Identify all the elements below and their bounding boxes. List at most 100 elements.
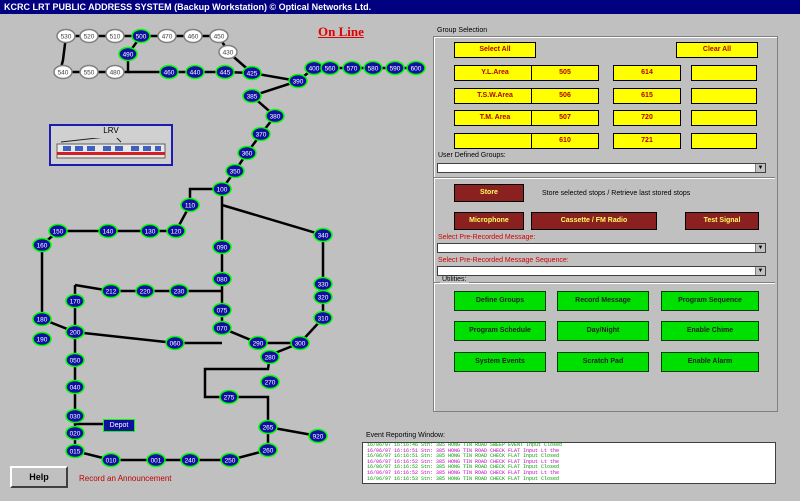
stop-060[interactable]: 060 [165,335,185,351]
stop-080[interactable]: 080 [212,271,232,287]
stop-275[interactable]: 275 [219,389,239,405]
stop-920[interactable]: 920 [308,428,328,444]
stop-430[interactable]: 430 [218,44,238,60]
utility-button[interactable]: Enable Chime [661,321,759,341]
stop-075[interactable]: 075 [212,302,232,318]
stop-480[interactable]: 480 [105,64,125,80]
stop-560[interactable]: 560 [320,60,340,76]
stop-490[interactable]: 490 [118,46,138,62]
clear-all-button[interactable]: Clear All [676,42,758,58]
stop-530[interactable]: 530 [56,28,76,44]
stop-120[interactable]: 120 [166,223,186,239]
help-button[interactable]: Help [10,466,68,488]
chevron-down-icon[interactable]: ▼ [755,267,765,275]
stop-240[interactable]: 240 [180,452,200,468]
group-button[interactable] [691,88,757,104]
utility-button[interactable]: Define Groups [454,291,546,311]
stop-190[interactable]: 190 [32,331,52,347]
group-button[interactable] [691,133,757,149]
group-button[interactable]: 720 [613,110,681,126]
utility-button[interactable]: Scratch Pad [557,352,649,372]
group-button[interactable]: T.M. Area [454,110,536,126]
stop-260[interactable]: 260 [258,442,278,458]
group-button[interactable] [454,133,536,149]
stop-015[interactable]: 015 [65,443,85,459]
stop-460[interactable]: 460 [159,64,179,80]
stop-130[interactable]: 130 [140,223,160,239]
select-all-button[interactable]: Select All [454,42,536,58]
stop-470[interactable]: 470 [157,28,177,44]
group-button[interactable]: 615 [613,88,681,104]
group-button[interactable]: 506 [531,88,599,104]
stop-500[interactable]: 500 [131,28,151,44]
depot-label[interactable]: Depot [103,419,135,432]
stop-380[interactable]: 380 [265,108,285,124]
stop-265[interactable]: 265 [258,419,278,435]
stop-220[interactable]: 220 [135,283,155,299]
stop-330[interactable]: 330 [313,276,333,292]
stop-001[interactable]: 001 [146,452,166,468]
stop-570[interactable]: 570 [342,60,362,76]
utility-button[interactable]: Record Message [557,291,649,311]
prerecorded-select[interactable]: ▼ [437,243,766,253]
store-button[interactable]: Store [454,184,524,202]
stop-550[interactable]: 550 [79,64,99,80]
stop-450[interactable]: 450 [209,28,229,44]
group-button[interactable]: Y.L.Area [454,65,536,81]
stop-580[interactable]: 580 [363,60,383,76]
stop-270[interactable]: 270 [260,374,280,390]
stop-310[interactable]: 310 [313,310,333,326]
group-button[interactable]: 507 [531,110,599,126]
stop-340[interactable]: 340 [313,227,333,243]
chevron-down-icon[interactable]: ▼ [755,244,765,252]
stop-140[interactable]: 140 [98,223,118,239]
user-defined-groups-select[interactable]: ▼ [437,163,766,173]
cassette-fm-button[interactable]: Cassette / FM Radio [531,212,657,230]
stop-030[interactable]: 030 [65,408,85,424]
stop-280[interactable]: 280 [260,349,280,365]
stop-600[interactable]: 600 [406,60,426,76]
stop-445[interactable]: 445 [215,64,235,80]
utility-button[interactable]: Enable Alarm [661,352,759,372]
utility-button[interactable]: Program Schedule [454,321,546,341]
stop-300[interactable]: 300 [290,335,310,351]
test-signal-button[interactable]: Test Signal [685,212,759,230]
stop-100[interactable]: 100 [212,181,232,197]
stop-510[interactable]: 510 [105,28,125,44]
stop-250[interactable]: 250 [220,452,240,468]
utility-button[interactable]: Day/Night [557,321,649,341]
stop-050[interactable]: 050 [65,352,85,368]
stop-520[interactable]: 520 [79,28,99,44]
group-button[interactable] [691,65,757,81]
sequence-select[interactable]: ▼ [437,266,766,276]
stop-425[interactable]: 425 [242,65,262,81]
stop-370[interactable]: 370 [251,126,271,142]
stop-170[interactable]: 170 [65,293,85,309]
event-reporting-window[interactable]: 16/06/97 16:16:46 Stn: 385 HONG TIN ROAD… [362,442,776,484]
stop-010[interactable]: 010 [101,452,121,468]
utility-button[interactable]: Program Sequence [661,291,759,311]
stop-110[interactable]: 110 [180,197,200,213]
stop-290[interactable]: 290 [248,335,268,351]
stop-212[interactable]: 212 [101,283,121,299]
microphone-button[interactable]: Microphone [454,212,524,230]
stop-070[interactable]: 070 [212,320,232,336]
stop-440[interactable]: 440 [185,64,205,80]
group-button[interactable] [691,110,757,126]
stop-090[interactable]: 090 [212,239,232,255]
chevron-down-icon[interactable]: ▼ [755,164,765,172]
group-button[interactable]: 614 [613,65,681,81]
stop-150[interactable]: 150 [48,223,68,239]
group-button[interactable]: 721 [613,133,681,149]
group-button[interactable]: T.S.W.Area [454,88,536,104]
stop-590[interactable]: 590 [385,60,405,76]
stop-020[interactable]: 020 [65,425,85,441]
stop-180[interactable]: 180 [32,311,52,327]
group-button[interactable]: 610 [531,133,599,149]
stop-385[interactable]: 385 [242,88,262,104]
stop-230[interactable]: 230 [169,283,189,299]
stop-350[interactable]: 350 [225,163,245,179]
stop-540[interactable]: 540 [53,64,73,80]
group-button[interactable]: 505 [531,65,599,81]
stop-320[interactable]: 320 [313,289,333,305]
